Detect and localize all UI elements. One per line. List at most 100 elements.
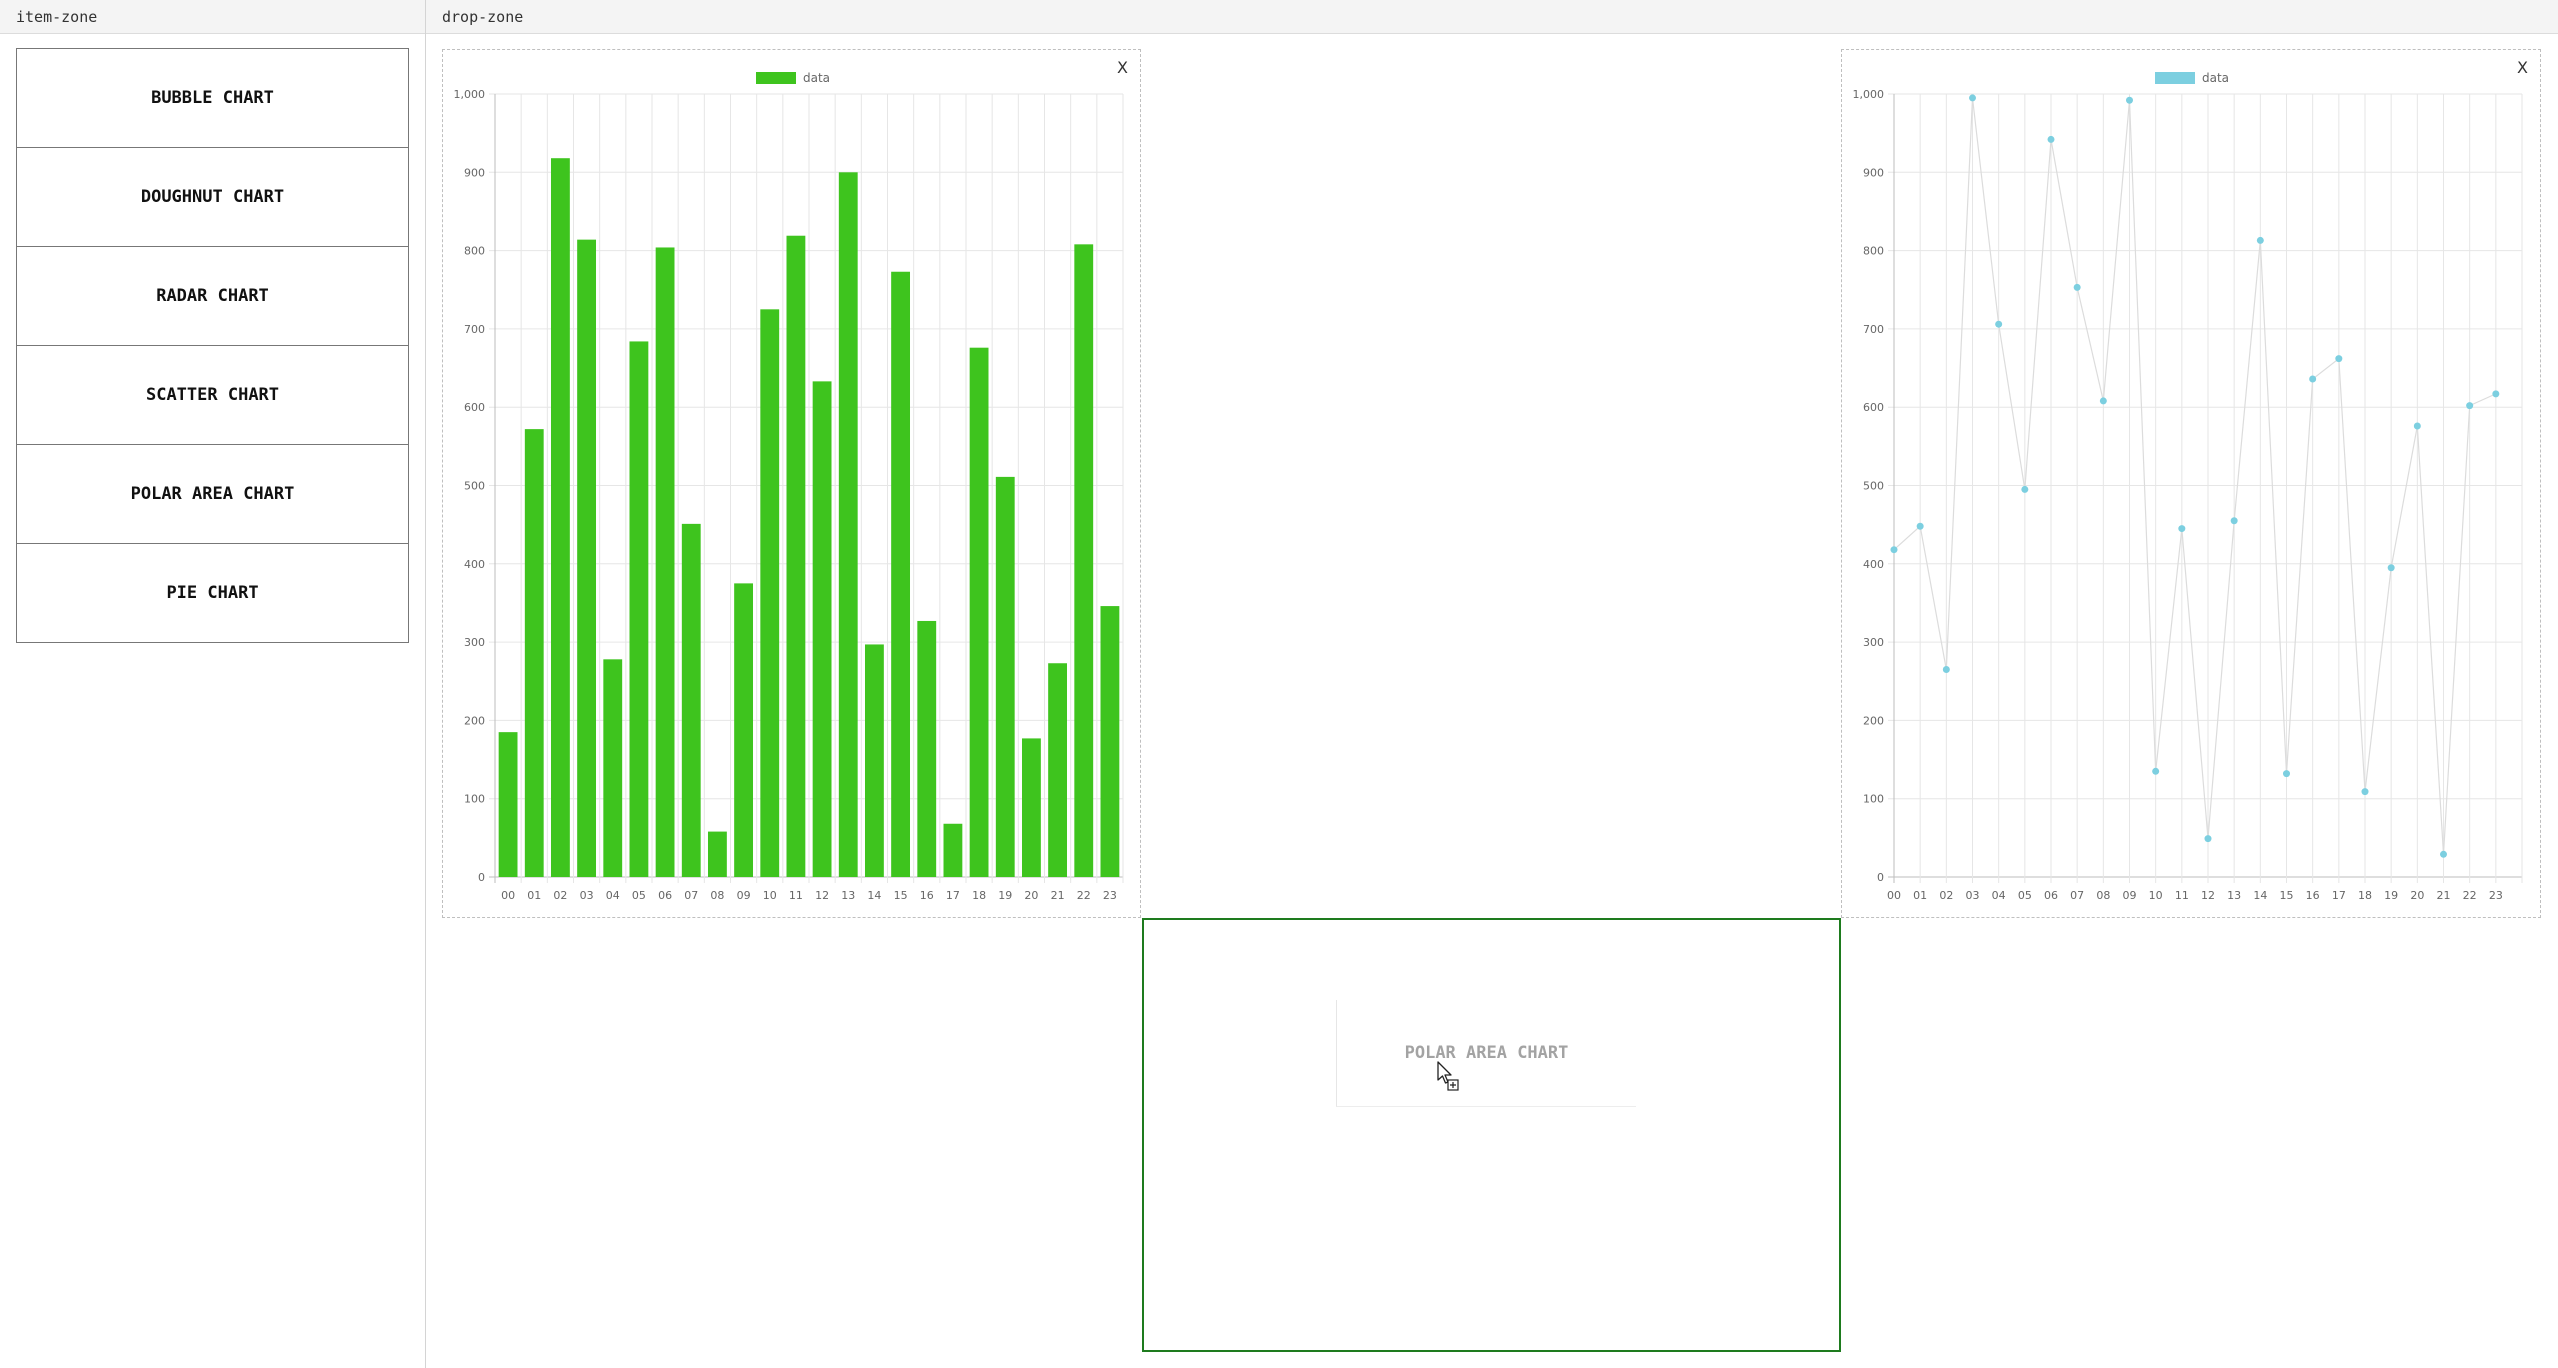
drag-ghost-label: POLAR AREA CHART <box>1404 1043 1569 1063</box>
point <box>2283 770 2290 778</box>
x-tick-label: 01 <box>527 889 541 902</box>
y-tick-label: 500 <box>1863 480 1884 493</box>
item-label: PIE CHART <box>166 583 259 603</box>
item-zone-title: item-zone <box>16 8 98 26</box>
y-tick-label: 1,000 <box>454 88 486 101</box>
point <box>2099 397 2107 405</box>
legend: data <box>2155 71 2229 85</box>
x-tick-label: 17 <box>2332 889 2346 902</box>
y-tick-label: 800 <box>464 245 485 258</box>
x-tick-label: 10 <box>763 889 777 902</box>
y-tick-label: 200 <box>1863 714 1884 727</box>
y-tick-label: 600 <box>1863 401 1884 414</box>
y-tick-label: 600 <box>464 401 485 414</box>
x-tick-label: 13 <box>2227 889 2241 902</box>
bar <box>734 583 754 877</box>
drag-ghost: POLAR AREA CHART <box>1336 1000 1636 1107</box>
point <box>2309 375 2317 383</box>
point <box>2021 485 2029 493</box>
x-tick-label: 18 <box>2358 889 2372 902</box>
x-tick-label: 12 <box>815 889 829 902</box>
item-scatter-chart[interactable]: SCATTER CHART <box>16 345 409 445</box>
bar <box>707 831 727 877</box>
bar-chart: data 0 100 200 300 400 500 600 700 800 900 1,000 00 0… <box>454 71 1124 902</box>
drag-copy-cursor-icon <box>1437 1061 1459 1091</box>
bar <box>498 732 518 877</box>
x-tick-label: 16 <box>2306 889 2320 902</box>
item-doughnut-chart[interactable]: DOUGHNUT CHART <box>16 147 409 247</box>
item-polar-area-chart[interactable]: POLAR AREA CHART <box>16 444 409 544</box>
y-tick-label: 100 <box>464 793 485 806</box>
bar <box>995 476 1015 877</box>
y-tick-label: 300 <box>1863 636 1884 649</box>
y-tick-label: 400 <box>464 558 485 571</box>
point <box>1916 522 1924 530</box>
x-tick-label: 02 <box>1939 889 1953 902</box>
bar <box>943 823 963 877</box>
point <box>2413 422 2421 430</box>
legend: data <box>756 71 830 85</box>
bar <box>524 429 544 877</box>
x-tick-label: 12 <box>2201 889 2215 902</box>
x-tick-label: 15 <box>894 889 908 902</box>
x-tick-label: 21 <box>1051 889 1065 902</box>
x-tick-label: 20 <box>2410 889 2424 902</box>
point <box>2492 390 2500 398</box>
bar-chart-panel[interactable]: X data 0 100 200 300 400 500 600 700 800 900 1,000 0… <box>442 49 1141 918</box>
bar <box>655 247 675 877</box>
x-tick-label: 19 <box>998 889 1012 902</box>
active-drop-target[interactable] <box>1142 918 1841 1352</box>
x-tick-label: 20 <box>1024 889 1038 902</box>
bar <box>891 271 911 878</box>
x-tick-label: 05 <box>2018 889 2032 902</box>
bar <box>812 381 832 877</box>
bar <box>917 620 937 877</box>
bar <box>838 172 858 878</box>
y-tick-label: 200 <box>464 714 485 727</box>
y-tick-label: 1,000 <box>1853 88 1885 101</box>
legend-label: data <box>803 71 830 85</box>
bar <box>603 659 623 877</box>
point <box>1969 94 1976 102</box>
x-tick-label: 01 <box>1913 889 1927 902</box>
x-tick-label: 16 <box>920 889 934 902</box>
bar <box>969 347 989 877</box>
series-line <box>1893 97 2497 855</box>
x-tick-label: 10 <box>2149 889 2163 902</box>
x-tick-label: 07 <box>2070 889 2084 902</box>
x-tick-label: 04 <box>606 889 620 902</box>
item-label: RADAR CHART <box>156 286 269 306</box>
point <box>2230 517 2238 525</box>
x-tick-label: 04 <box>1992 889 2006 902</box>
item-radar-chart[interactable]: RADAR CHART <box>16 246 409 346</box>
x-tick-label: 09 <box>737 889 751 902</box>
x-tick-label: 11 <box>2175 889 2189 902</box>
y-tick-label: 300 <box>464 636 485 649</box>
y-tick-label: 100 <box>1863 793 1884 806</box>
item-zone-header: item-zone <box>0 0 425 34</box>
item-label: POLAR AREA CHART <box>130 484 295 504</box>
x-tick-label: 14 <box>2253 889 2267 902</box>
bar <box>864 644 884 877</box>
legend-swatch <box>756 72 796 84</box>
x-tick-label: 09 <box>2123 889 2137 902</box>
zone-divider <box>425 0 426 1368</box>
line-chart-panel[interactable]: X data 0 100 200 300 400 500 600 700 800 900 1,000 0… <box>1841 49 2541 918</box>
point <box>2335 355 2343 363</box>
item-label: SCATTER CHART <box>145 385 280 405</box>
y-tick-label: 500 <box>464 480 485 493</box>
y-tick-label: 900 <box>1863 166 1884 179</box>
x-tick-label: 00 <box>501 889 515 902</box>
item-bubble-chart[interactable]: BUBBLE CHART <box>16 48 409 148</box>
x-tick-label: 06 <box>658 889 672 902</box>
point <box>2204 835 2212 843</box>
x-tick-label: 08 <box>710 889 724 902</box>
item-pie-chart[interactable]: PIE CHART <box>16 543 409 643</box>
x-tick-label: 00 <box>1887 889 1901 902</box>
point <box>1890 546 1898 554</box>
bar <box>577 239 597 877</box>
x-tick-label: 18 <box>972 889 986 902</box>
bar <box>760 309 780 877</box>
bar <box>1100 606 1120 877</box>
x-tick-label: 06 <box>2044 889 2058 902</box>
